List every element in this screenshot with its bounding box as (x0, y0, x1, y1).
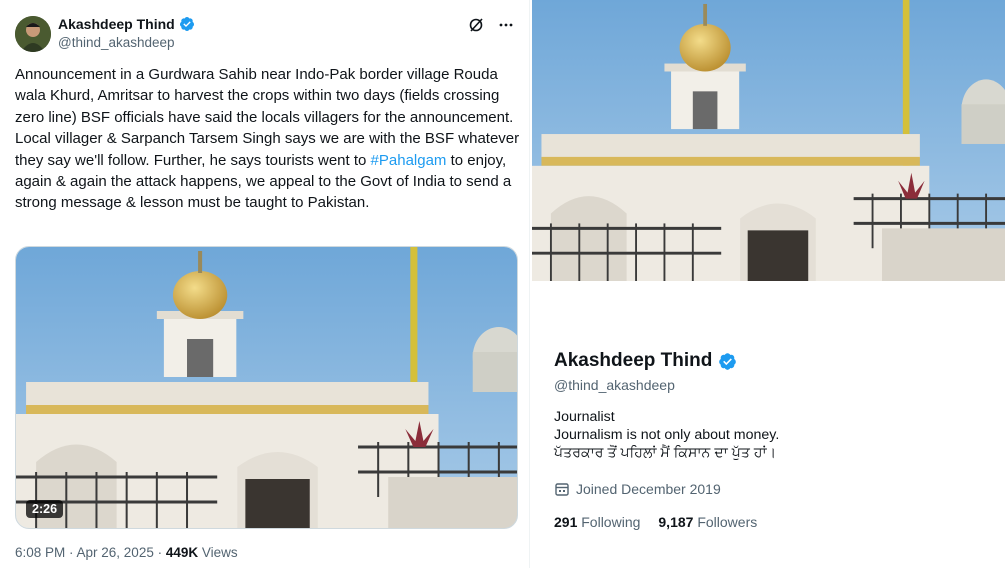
profile-name: Akashdeep Thind (554, 350, 713, 371)
author-handle[interactable]: @thind_akashdeep (58, 35, 175, 50)
hashtag-link[interactable]: #Pahalgam (371, 152, 447, 169)
grok-icon[interactable] (467, 16, 485, 34)
profile-bio: Journalist Journalism is not only about … (554, 408, 779, 462)
video-player[interactable]: 2:26 (15, 246, 518, 529)
views-count: 449K (165, 545, 199, 560)
following-count: 291 (554, 514, 578, 530)
video-still-image (532, 0, 1005, 281)
followers-label: Followers (697, 514, 758, 530)
avatar[interactable] (15, 16, 51, 52)
verified-badge-icon (718, 352, 737, 371)
followers-count: 9,187 (658, 514, 694, 530)
tweet-card: Akashdeep Thind @thind_akashdeep Announc… (0, 0, 530, 568)
views-label: Views (198, 545, 238, 560)
joined-label: Joined December 2019 (576, 481, 721, 497)
author-name[interactable]: Akashdeep Thind (58, 16, 175, 32)
verified-badge-icon (179, 16, 195, 32)
tweet-text: Announcement in a Gurdwara Sahib near In… (15, 64, 520, 214)
bio-line: Journalism is not only about money. (554, 427, 780, 443)
following-label: Following (581, 514, 641, 530)
joined-date: Joined December 2019 (554, 481, 721, 497)
profile-card: Akashdeep Thind @thind_akashdeep Journal… (532, 284, 1005, 568)
video-duration: 2:26 (26, 500, 64, 518)
following-link[interactable]: 291 Following (554, 514, 640, 530)
bio-line: Journalist (554, 409, 615, 425)
timestamp[interactable]: 6:08 PM · Apr 26, 2025 · (15, 545, 166, 560)
more-icon[interactable] (497, 16, 515, 34)
calendar-icon (554, 481, 570, 497)
video-thumbnail (16, 247, 517, 528)
tweet-meta: 6:08 PM · Apr 26, 2025 · 449K Views (15, 545, 238, 560)
followers-link[interactable]: 9,187 Followers (658, 514, 757, 530)
profile-handle: @thind_akashdeep (554, 377, 675, 393)
bio-line: ਪੱਤਰਕਾਰ ਤੋਂ ਪਹਿਲਾਂ ਮੈਂ ਕਿਸਾਨ ਦਾ ਪੁੱਤ ਹਾਂ… (554, 445, 777, 461)
